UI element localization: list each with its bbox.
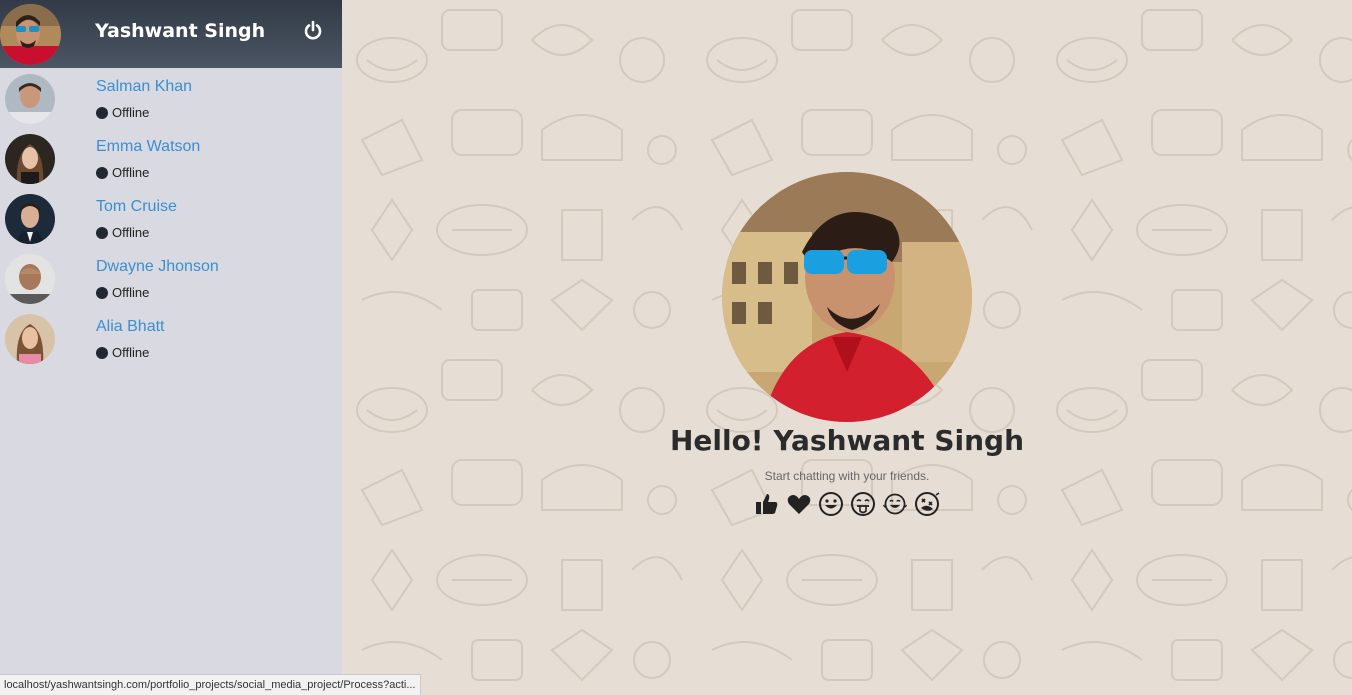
- contact-name: Tom Cruise: [96, 198, 177, 215]
- contact-status: Offline: [96, 105, 149, 120]
- contact-avatar: [5, 74, 55, 124]
- contact-list: Salman Khan Offline Emma Watson Offline …: [0, 68, 342, 368]
- my-avatar[interactable]: [0, 4, 61, 65]
- contact-name: Dwayne Jhonson: [96, 258, 219, 275]
- contact-item[interactable]: Dwayne Jhonson Offline: [0, 248, 342, 308]
- contact-avatar: [5, 134, 55, 184]
- offline-dot-icon: [96, 286, 108, 299]
- contact-status: Offline: [96, 225, 149, 240]
- offline-dot-icon: [96, 346, 108, 359]
- offline-dot-icon: [96, 166, 108, 179]
- status-text: Offline: [112, 165, 150, 180]
- offline-dot-icon: [96, 106, 108, 119]
- contact-name: Salman Khan: [96, 78, 193, 95]
- emoji-row: [342, 491, 1352, 517]
- welcome-title: Hello! Yashwant Singh: [669, 424, 1025, 457]
- welcome-subtitle: Start chatting with your friends.: [764, 469, 930, 483]
- offline-dot-icon: [96, 226, 108, 239]
- laughing-face-icon: [883, 493, 907, 515]
- chat-area: Hello! Yashwant Singh Start chatting wit…: [342, 0, 1352, 695]
- power-icon: [304, 20, 322, 40]
- contact-avatar: [5, 194, 55, 244]
- rofl-face-icon: [915, 492, 940, 516]
- status-text: Offline: [112, 105, 150, 120]
- welcome-panel: Hello! Yashwant Singh Start chatting wit…: [342, 172, 1352, 517]
- my-name: Yashwant Singh: [95, 20, 266, 42]
- grinning-face-icon: [819, 492, 843, 516]
- contact-avatar: [5, 254, 55, 304]
- profile-picture: [722, 172, 972, 422]
- contact-item[interactable]: Salman Khan Offline: [0, 68, 342, 128]
- contact-name: Alia Bhatt: [96, 318, 165, 335]
- sidebar-header: Yashwant Singh: [0, 0, 342, 68]
- status-text: Offline: [112, 285, 150, 300]
- contact-name: Emma Watson: [96, 138, 201, 155]
- contact-status: Offline: [96, 345, 149, 360]
- sidebar: Yashwant Singh Salman Khan Offline Emma …: [0, 0, 342, 695]
- link-status-bar: localhost/yashwantsingh.com/portfolio_pr…: [0, 674, 421, 695]
- status-text: Offline: [112, 225, 150, 240]
- logout-button[interactable]: [302, 20, 324, 42]
- contact-status: Offline: [96, 285, 149, 300]
- contact-status: Offline: [96, 165, 149, 180]
- contact-item[interactable]: Alia Bhatt Offline: [0, 308, 342, 368]
- heart-icon: [787, 495, 811, 514]
- thumbs-up-icon: [756, 494, 778, 514]
- contact-avatar: [5, 314, 55, 364]
- tongue-face-icon: [851, 492, 875, 516]
- contact-item[interactable]: Emma Watson Offline: [0, 128, 342, 188]
- status-text: Offline: [112, 345, 150, 360]
- app-window: Yashwant Singh Salman Khan Offline Emma …: [0, 0, 1352, 695]
- contact-item[interactable]: Tom Cruise Offline: [0, 188, 342, 248]
